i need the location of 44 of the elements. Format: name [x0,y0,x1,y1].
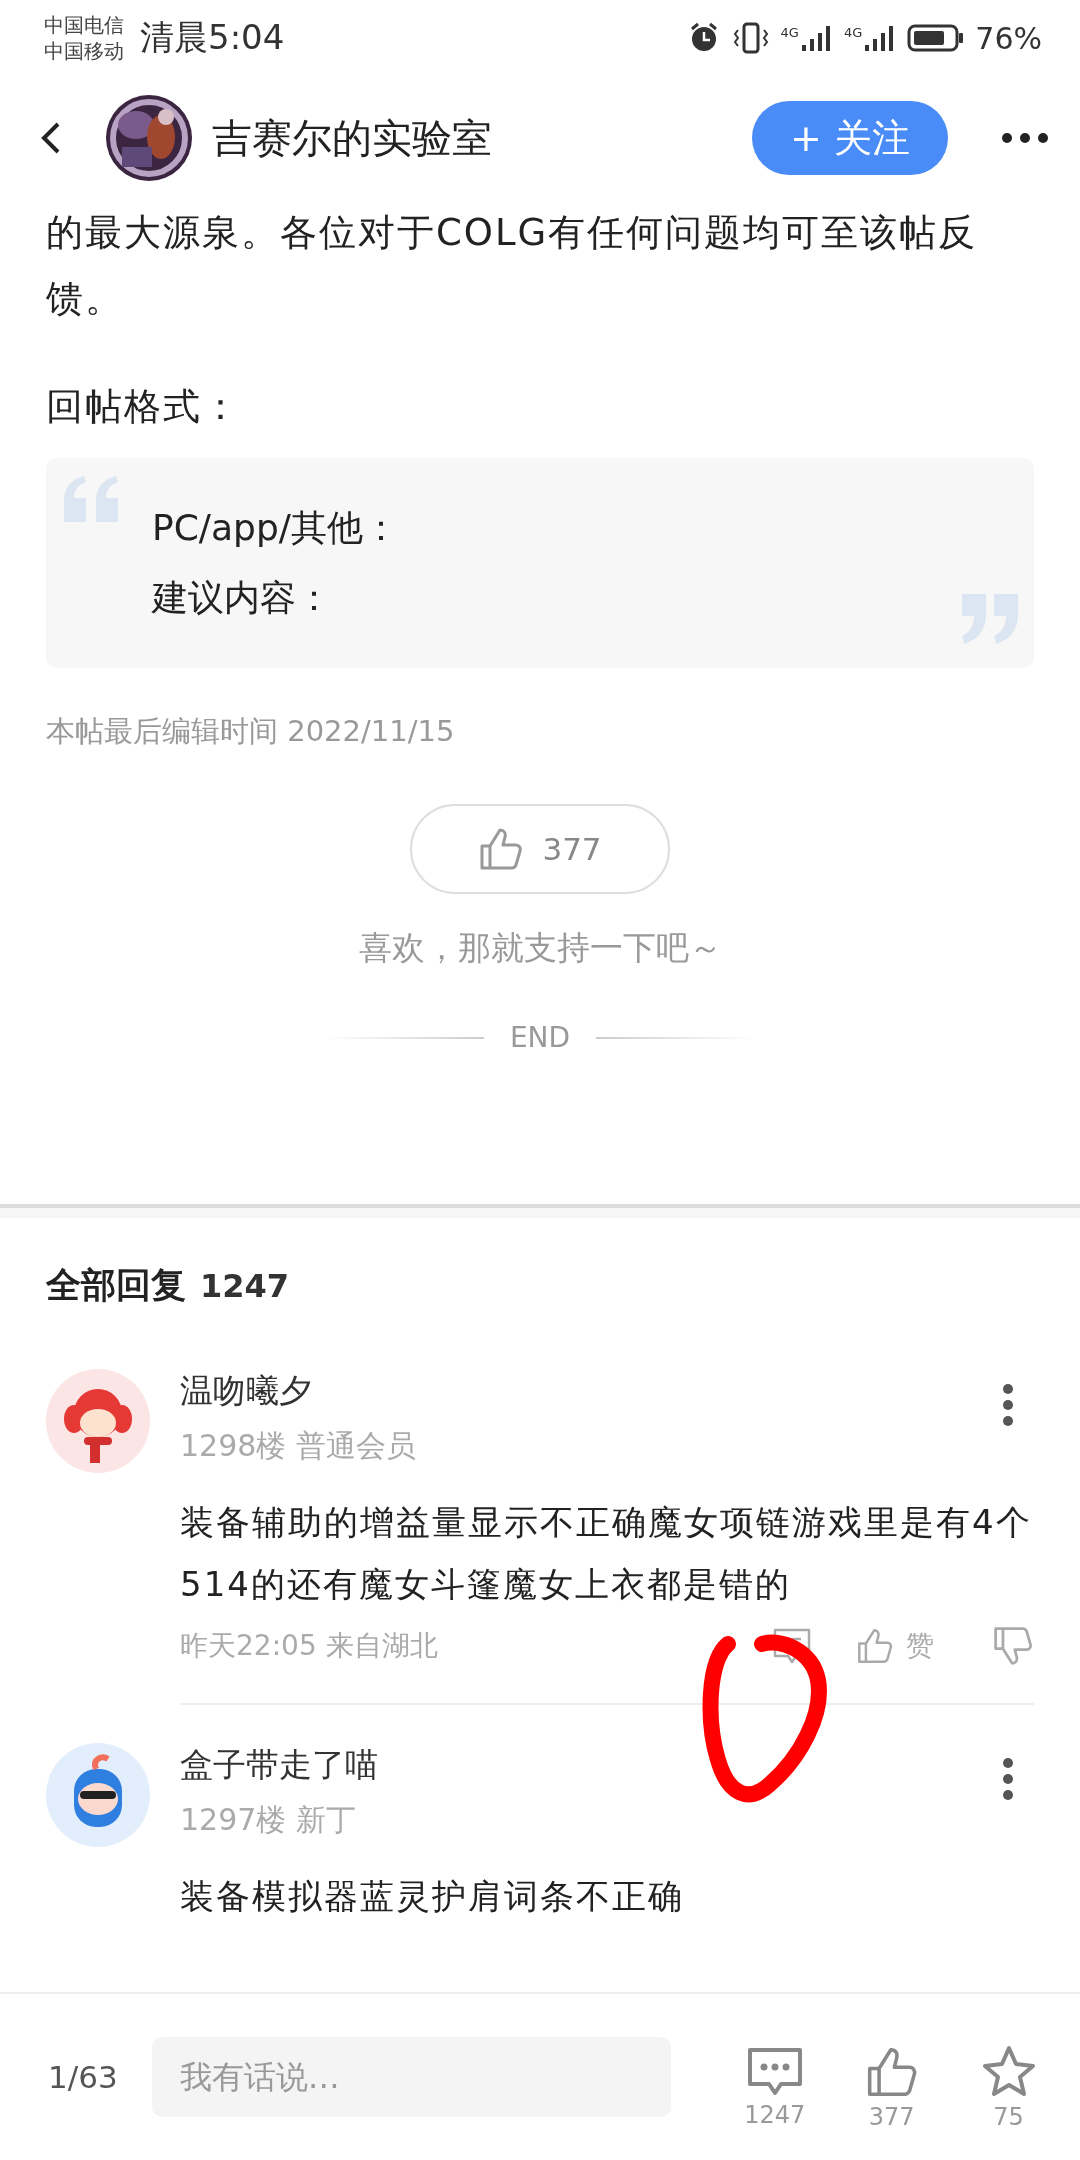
channel-title: 吉赛尔的实验室 [212,113,492,163]
network-label: 4G [780,25,799,40]
user-name[interactable]: 温吻曦夕 [180,1369,416,1414]
edit-time: 本帖最后编辑时间 2022/11/15 [46,713,456,750]
reply-time: 昨天22:05 来自湖北 [180,1628,438,1664]
vibrate-icon [732,21,769,55]
girl-avatar[interactable] [46,1369,150,1473]
thumbs-up-icon [478,826,525,872]
comment-icon [746,2047,803,2097]
carrier-name: 中国电信 [44,12,124,38]
more-icon[interactable] [1000,131,1050,145]
star-icon [980,2045,1037,2099]
like-button[interactable]: 赞 [856,1627,934,1665]
end-label: END [509,1021,571,1054]
network-label: 4G [843,25,863,40]
clock-time: 清晨5:04 [140,16,285,59]
comment-action[interactable]: 1247 [733,2047,817,2129]
battery-icon [907,23,966,53]
reply-text: 装备辅助的增益量显示不正确魔女项链游戏里是有4个514的还有魔女斗篷魔女上衣都是错的 [180,1501,1033,1606]
comment-icon[interactable] [772,1627,812,1665]
post-paragraph: 的最大源泉。各位对于COLG有任何问题均可至该帖反馈。 [46,210,979,322]
replies-count: 1247 [200,1267,290,1305]
page-indicator: 1/63 [48,2059,118,2095]
reply-text: 装备模拟器蓝灵护肩词条不正确 [180,1875,685,1918]
star-action[interactable]: 75 [967,2045,1050,2131]
replies-title: 全部回复 [46,1264,186,1307]
quote-line: 建议内容： [152,576,333,620]
like-prompt: 喜欢，那就支持一下吧～ [357,927,723,969]
more-icon[interactable] [1002,1757,1014,1801]
quote-line: PC/app/其他： [152,506,399,550]
comment-input[interactable]: 我有话说… [151,2037,672,2117]
follow-button[interactable]: + 关注 [752,101,948,175]
thumbs-down-icon[interactable] [992,1625,1034,1667]
floor-rank: 1297楼 新丁 [180,1801,357,1839]
battery-percentage: 76% [975,20,1042,56]
hooded-avatar[interactable] [46,1743,150,1847]
format-label: 回帖格式： [46,384,242,430]
like-action[interactable]: 377 [850,2045,934,2131]
thumbs-up-icon [856,1627,894,1665]
floor-rank: 1298楼 普通会员 [180,1427,416,1465]
carrier-name: 中国移动 [44,38,124,64]
more-icon[interactable] [1002,1383,1014,1427]
like-button[interactable]: 377 [410,804,670,894]
user-name[interactable]: 盒子带走了喵 [180,1743,378,1788]
